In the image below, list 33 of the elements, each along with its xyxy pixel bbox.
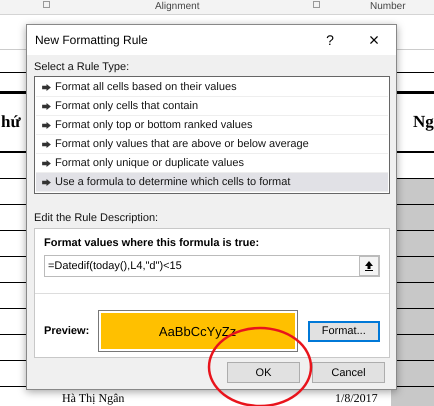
section-label: Select a Rule Type: bbox=[34, 61, 130, 73]
preview-label: Preview: bbox=[44, 325, 90, 337]
bullet-arrow-icon bbox=[42, 178, 51, 186]
close-button[interactable]: × bbox=[352, 25, 396, 55]
bullet-arrow-icon bbox=[42, 122, 51, 128]
rule-type-item[interactable]: Format only cells that contain bbox=[36, 97, 388, 116]
launcher-icon[interactable] bbox=[313, 1, 320, 8]
table-cell: Hà Thị Ngân bbox=[62, 392, 124, 405]
ribbon-group-label: Number bbox=[370, 1, 406, 12]
rule-type-item[interactable]: Use a formula to determine which cells to format bbox=[36, 173, 388, 192]
upload-arrow-icon bbox=[364, 261, 374, 271]
window-title: New Formatting Rule bbox=[35, 33, 148, 47]
table-cell: hứ bbox=[1, 112, 21, 132]
table-cell: 1/8/2017 bbox=[335, 392, 378, 405]
ribbon-group-label: Alignment bbox=[155, 1, 200, 12]
rule-type-item[interactable]: Format only values that are above or below average bbox=[36, 135, 388, 154]
bullet-arrow-icon bbox=[42, 140, 51, 148]
table-cell: Ng bbox=[413, 112, 434, 132]
launcher-icon[interactable] bbox=[43, 1, 50, 8]
rule-type-item[interactable]: Format only top or bottom ranked values bbox=[36, 116, 388, 135]
bullet-arrow-icon bbox=[42, 102, 51, 110]
section-label: Edit the Rule Description: bbox=[34, 212, 160, 224]
help-button[interactable]: ? bbox=[308, 25, 352, 55]
bullet-arrow-icon bbox=[42, 160, 51, 166]
format-button[interactable]: Format... bbox=[308, 320, 380, 342]
rule-type-item[interactable]: Format all cells based on their values bbox=[36, 78, 388, 97]
bullet-arrow-icon bbox=[42, 84, 51, 90]
formula-field[interactable]: =Datedif(today(),L4,"d")<15 bbox=[44, 255, 380, 277]
cancel-button[interactable]: Cancel bbox=[312, 362, 385, 383]
formula-label: Format values where this formula is true: bbox=[44, 237, 260, 249]
preview-sample: AaBbCcYyZz bbox=[100, 313, 295, 349]
ok-button[interactable]: OK bbox=[227, 362, 300, 383]
collapse-button[interactable] bbox=[359, 256, 379, 276]
